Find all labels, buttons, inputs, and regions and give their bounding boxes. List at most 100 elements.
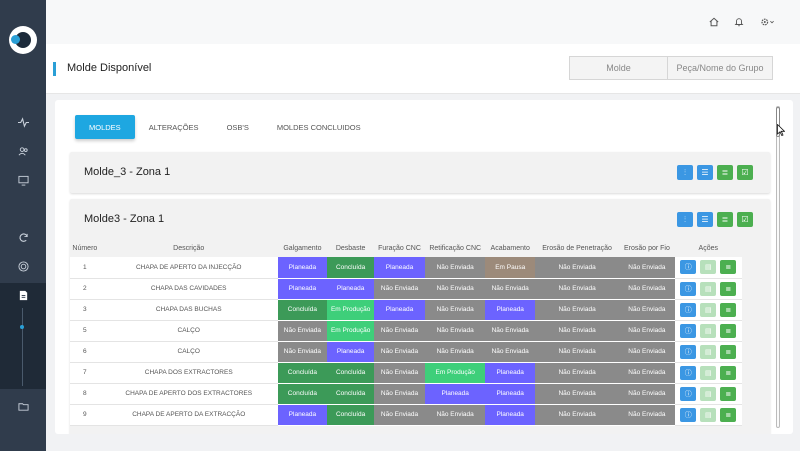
edit-icon: ▤ (704, 411, 712, 419)
part-number: 7 (70, 362, 100, 384)
approve-button[interactable]: ☑ (737, 165, 753, 180)
gear-icon[interactable] (758, 14, 778, 30)
status-badge: Concluída (327, 362, 375, 384)
column-header: Número (72, 245, 98, 252)
tab-alteracoes[interactable]: ALTERAÇÕES (135, 115, 213, 139)
scrollbar[interactable] (776, 106, 780, 428)
status-badge: Concluída (277, 299, 328, 321)
status-badge: Em Produção (424, 362, 486, 384)
details-button[interactable]: ≣ (720, 260, 737, 275)
info-button[interactable]: ⓘ (680, 386, 697, 401)
folder-icon[interactable] (0, 395, 46, 417)
tab-moldes[interactable]: MOLDES (75, 115, 135, 139)
status-badge: Concluída (327, 383, 375, 405)
row-actions: ⓘ ▤ ≣ (674, 404, 742, 426)
row-actions: ⓘ ▤ ≣ (674, 341, 742, 363)
users-icon[interactable] (0, 140, 46, 162)
part-description: CALÇO (99, 320, 278, 342)
details-button[interactable]: ≣ (720, 281, 737, 296)
edit-button[interactable]: ▤ (700, 344, 717, 359)
info-icon: ⓘ (684, 411, 692, 419)
status-badge: Não Enviada (374, 341, 425, 363)
status-badge: Planeada (327, 341, 375, 363)
molde-panel-title: Molde_3 - Zona 1 (84, 166, 171, 178)
info-button[interactable]: ⓘ (680, 344, 697, 359)
edit-icon: ▤ (704, 348, 712, 356)
status-badge: Não Enviada (374, 404, 425, 426)
settings-sliders-button[interactable]: ⫶ (677, 212, 693, 227)
info-button[interactable]: ⓘ (680, 281, 697, 296)
app-logo[interactable] (9, 26, 37, 54)
tab-osbs[interactable]: OSB'S (213, 115, 263, 139)
approve-button[interactable]: ☑ (737, 212, 753, 227)
status-badge: Não Enviada (619, 257, 675, 279)
details-button[interactable]: ≣ (720, 365, 737, 380)
status-badge: Não Enviada (619, 320, 675, 342)
status-badge: Não Enviada (534, 341, 620, 363)
filter-peca-grupo-button[interactable]: Peça/Nome do Grupo (667, 56, 773, 80)
table-row: 9 CHAPA DE APERTO DA EXTRACÇÃO Planeada Con… (70, 404, 742, 426)
sidebar-submenu-dot[interactable] (20, 325, 24, 329)
content-card: MOLDES ALTERAÇÕES OSB'S MOLDES CONCLUIDO… (55, 100, 793, 434)
edit-button[interactable]: ▤ (700, 407, 717, 422)
notes-button[interactable]: ≣ (717, 212, 733, 227)
status-badge: Planeada (485, 404, 535, 426)
info-button[interactable]: ⓘ (680, 260, 697, 275)
details-button[interactable]: ≣ (720, 344, 737, 359)
info-button[interactable]: ⓘ (680, 407, 697, 422)
sidebar (0, 0, 46, 451)
edit-button[interactable]: ▤ (700, 281, 717, 296)
notes-button[interactable]: ≣ (717, 165, 733, 180)
row-actions: ⓘ ▤ ≣ (674, 257, 742, 279)
tab-moldes-concluidos[interactable]: MOLDES CONCLUIDOS (263, 115, 375, 139)
edit-icon: ▤ (704, 390, 712, 398)
edit-button[interactable]: ▤ (700, 386, 717, 401)
list-icon: ≣ (725, 306, 732, 314)
table-row: 7 CHAPA DOS EXTRACTORES Concluída Concluída… (70, 362, 742, 384)
status-badge: Não Enviada (619, 404, 675, 426)
part-number: 3 (70, 299, 100, 321)
edit-button[interactable]: ▤ (700, 260, 717, 275)
info-button[interactable]: ⓘ (680, 323, 697, 338)
monitor-icon[interactable] (0, 169, 46, 191)
target-icon[interactable] (0, 255, 46, 277)
details-button[interactable]: ≣ (720, 386, 737, 401)
info-button[interactable]: ⓘ (680, 365, 697, 380)
page-header: Molde Disponível Molde Peça/Nome do Grup… (46, 44, 800, 94)
edit-icon: ▤ (704, 306, 712, 314)
column-header: Ações (698, 245, 718, 252)
column-header: Furação CNC (378, 245, 421, 252)
refresh-icon[interactable] (0, 226, 46, 248)
column-header: Erosão de Penetração (542, 245, 612, 252)
edit-button[interactable]: ▤ (700, 365, 717, 380)
info-button[interactable]: ⓘ (680, 302, 697, 317)
status-badge: Não Enviada (424, 299, 486, 321)
details-button[interactable]: ≣ (720, 302, 737, 317)
list-button[interactable]: ☰ (697, 212, 713, 227)
settings-sliders-button[interactable]: ⫶ (677, 165, 693, 180)
details-button[interactable]: ≣ (720, 323, 737, 338)
list-icon: ≣ (725, 390, 732, 398)
activity-icon[interactable] (0, 111, 46, 133)
mouse-cursor-icon (777, 124, 785, 136)
part-description: CHAPA DAS CAVIDADES (99, 278, 278, 300)
list-icon: ≣ (725, 327, 732, 335)
details-button[interactable]: ≣ (720, 407, 737, 422)
document-icon[interactable] (0, 284, 46, 306)
notes-icon: ≣ (721, 168, 729, 177)
notes-icon: ≣ (721, 215, 729, 224)
bell-icon[interactable] (731, 14, 747, 30)
edit-icon: ▤ (704, 369, 712, 377)
status-badge: Planeada (485, 299, 535, 321)
table-body: 1 CHAPA DE APERTO DA INJECÇÃO Planeada Conc… (70, 257, 742, 426)
list-button[interactable]: ☰ (697, 165, 713, 180)
edit-button[interactable]: ▤ (700, 302, 717, 317)
status-badge: Concluída (277, 383, 328, 405)
edit-icon: ▤ (704, 264, 712, 272)
edit-button[interactable]: ▤ (700, 323, 717, 338)
home-icon[interactable] (706, 14, 722, 30)
check-square-icon: ☑ (741, 215, 749, 224)
filter-molde-button[interactable]: Molde (569, 56, 668, 80)
status-badge: Não Enviada (619, 278, 675, 300)
info-icon: ⓘ (684, 327, 692, 335)
